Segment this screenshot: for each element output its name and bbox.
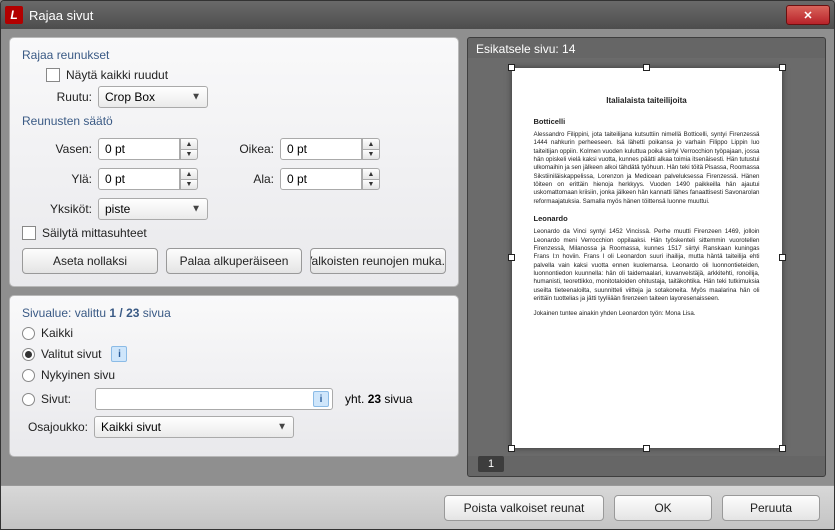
units-select[interactable]: piste ▼ <box>98 198 208 220</box>
info-icon[interactable]: i <box>313 391 329 407</box>
box-label: Ruutu: <box>22 90 92 104</box>
titlebar: L Rajaa sivut ✕ <box>1 1 834 29</box>
show-all-checkbox[interactable] <box>46 68 60 82</box>
lock-ratio-checkbox[interactable] <box>22 226 36 240</box>
range-selected-label: Valitut sivut <box>41 347 101 361</box>
lock-ratio-label: Säilytä mittasuhteet <box>42 226 147 240</box>
dialog-content: Rajaa reunukset Näytä kaikki ruudut Ruut… <box>1 29 834 485</box>
close-icon[interactable]: ✕ <box>786 5 830 25</box>
crop-handle[interactable] <box>779 64 786 71</box>
left-value[interactable]: 0 pt <box>98 138 180 160</box>
left-spinner[interactable]: 0 pt ▲▼ <box>98 138 198 160</box>
set-zero-button[interactable]: Aseta nollaksi <box>22 248 158 274</box>
doc-heading-2: Leonardo <box>534 214 760 224</box>
pages-input[interactable]: i <box>95 388 333 410</box>
subset-select[interactable]: Kaikki sivut ▼ <box>94 416 294 438</box>
spin-up-icon[interactable]: ▲ <box>180 138 198 149</box>
spin-up-icon[interactable]: ▲ <box>362 168 380 179</box>
right-value[interactable]: 0 pt <box>280 138 362 160</box>
range-current-radio[interactable] <box>22 369 35 382</box>
crop-handle[interactable] <box>508 254 515 261</box>
page-number-tab[interactable]: 1 <box>478 456 504 472</box>
doc-title: Italialaista taiteilijoita <box>534 96 760 107</box>
top-label: Ylä: <box>22 172 92 186</box>
preview-area: Italialaista taiteilijoita Botticelli Al… <box>468 58 825 456</box>
restore-button[interactable]: Palaa alkuperäiseen <box>166 248 302 274</box>
group-crop-margins: Rajaa reunukset Näytä kaikki ruudut Ruut… <box>9 37 459 287</box>
preview-page[interactable]: Italialaista taiteilijoita Botticelli Al… <box>512 68 782 448</box>
range-all-label: Kaikki <box>41 326 73 340</box>
chevron-down-icon: ▼ <box>191 92 201 103</box>
doc-heading-1: Botticelli <box>534 117 760 127</box>
doc-paragraph: Jokainen tuntee ainakin yhden Leonardon … <box>534 310 760 318</box>
crop-handle[interactable] <box>779 445 786 452</box>
ok-button[interactable]: OK <box>614 495 712 521</box>
dialog-footer: Poista valkoiset reunat OK Peruuta <box>1 485 834 529</box>
crop-box-select[interactable]: Crop Box ▼ <box>98 86 208 108</box>
crop-handle[interactable] <box>779 254 786 261</box>
top-spinner[interactable]: 0 pt ▲▼ <box>98 168 198 190</box>
margins-subtitle: Reunusten säätö <box>22 114 446 128</box>
bottom-label: Ala: <box>222 172 274 186</box>
range-all-radio[interactable] <box>22 327 35 340</box>
chevron-down-icon: ▼ <box>277 422 287 433</box>
top-value[interactable]: 0 pt <box>98 168 180 190</box>
left-column: Rajaa reunukset Näytä kaikki ruudut Ruut… <box>9 37 459 477</box>
range-title: Sivualue: valittu 1 / 23 sivua <box>22 306 446 320</box>
bottom-spinner[interactable]: 0 pt ▲▼ <box>280 168 380 190</box>
show-all-label: Näytä kaikki ruudut <box>66 68 168 82</box>
group-page-range: Sivualue: valittu 1 / 23 sivua Kaikki Va… <box>9 295 459 457</box>
cancel-button[interactable]: Peruuta <box>722 495 820 521</box>
spin-up-icon[interactable]: ▲ <box>362 138 380 149</box>
remove-whitespace-button[interactable]: Poista valkoiset reunat <box>444 495 604 521</box>
spin-down-icon[interactable]: ▼ <box>362 149 380 160</box>
subset-value: Kaikki sivut <box>101 420 161 434</box>
chevron-down-icon: ▼ <box>191 204 201 215</box>
crop-handle[interactable] <box>643 445 650 452</box>
doc-paragraph: Alessandro Filippini, jota taiteilijana … <box>534 131 760 206</box>
info-icon[interactable]: i <box>111 346 127 362</box>
units-label: Yksiköt: <box>22 202 92 216</box>
spin-down-icon[interactable]: ▼ <box>180 149 198 160</box>
preview-title: Esikatsele sivu: 14 <box>468 38 825 58</box>
spin-up-icon[interactable]: ▲ <box>180 168 198 179</box>
left-label: Vasen: <box>22 142 92 156</box>
bottom-value[interactable]: 0 pt <box>280 168 362 190</box>
preview-panel: Esikatsele sivu: 14 Italialaista taiteil… <box>467 37 826 477</box>
right-label: Oikea: <box>222 142 274 156</box>
right-spinner[interactable]: 0 pt ▲▼ <box>280 138 380 160</box>
range-current-label: Nykyinen sivu <box>41 368 115 382</box>
crop-handle[interactable] <box>508 445 515 452</box>
crop-box-value: Crop Box <box>105 90 155 104</box>
white-margins-button[interactable]: Valkoisten reunojen muka... <box>310 248 446 274</box>
right-column: Esikatsele sivu: 14 Italialaista taiteil… <box>467 37 826 477</box>
crop-handle[interactable] <box>508 64 515 71</box>
doc-paragraph: Leonardo da Vinci syntyi 1452 Vincissä. … <box>534 228 760 303</box>
window-title: Rajaa sivut <box>29 8 786 23</box>
range-selected-radio[interactable] <box>22 348 35 361</box>
spin-down-icon[interactable]: ▼ <box>180 179 198 190</box>
units-value: piste <box>105 202 130 216</box>
spin-down-icon[interactable]: ▼ <box>362 179 380 190</box>
range-pages-radio[interactable] <box>22 393 35 406</box>
app-icon: L <box>5 6 23 24</box>
crop-handle[interactable] <box>643 64 650 71</box>
group-title: Rajaa reunukset <box>22 48 446 62</box>
subset-label: Osajoukko: <box>22 420 88 434</box>
total-pages-label: yht. 23 sivua <box>345 392 412 406</box>
crop-dialog: L Rajaa sivut ✕ Rajaa reunukset Näytä ka… <box>0 0 835 530</box>
range-pages-label: Sivut: <box>41 392 89 406</box>
